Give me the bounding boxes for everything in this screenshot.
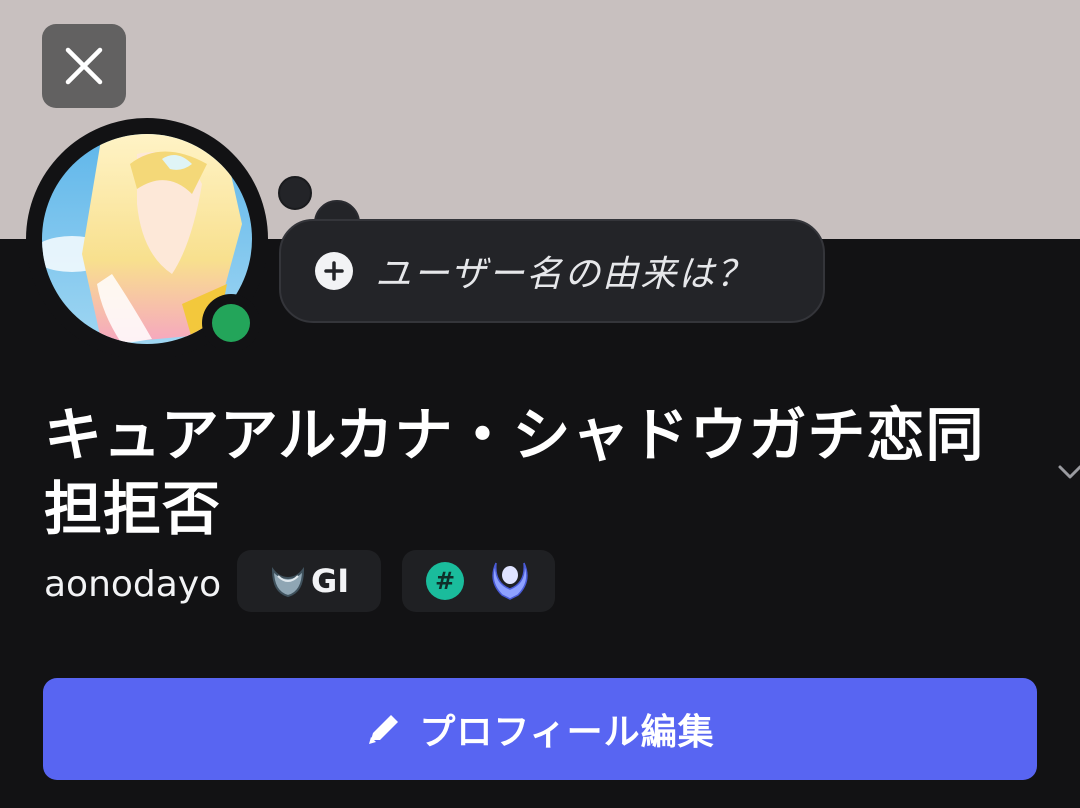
avatar-container[interactable]: [26, 118, 268, 360]
badge-list: #: [402, 550, 555, 612]
edit-profile-label: プロフィール編集: [419, 712, 715, 753]
edit-profile-button[interactable]: プロフィール編集: [43, 678, 1037, 780]
custom-status-bubble[interactable]: ユーザー名の由来は？: [279, 219, 825, 323]
hash-badge[interactable]: #: [426, 562, 464, 600]
thought-bubble-dot-small: [278, 176, 312, 210]
chevron-down-icon[interactable]: [1056, 458, 1080, 486]
close-button[interactable]: [42, 24, 126, 108]
server-tag-text: GI: [311, 562, 350, 600]
close-icon: [65, 47, 103, 85]
laurel-wreath-icon[interactable]: [486, 559, 534, 603]
pencil-icon: [369, 715, 399, 744]
online-status-dot: [212, 304, 250, 342]
display-name: キュアアルカナ・シャドウガチ恋同担拒否: [44, 401, 985, 543]
status-indicator: [202, 294, 260, 352]
username: aonodayo: [44, 564, 222, 605]
plus-circle-icon: [315, 252, 353, 290]
shield-crest-icon: [271, 567, 305, 598]
hash-badge-label: #: [434, 567, 456, 595]
server-tag[interactable]: GI: [237, 550, 381, 612]
status-prompt-text: ユーザー名の由来は？: [375, 254, 755, 295]
